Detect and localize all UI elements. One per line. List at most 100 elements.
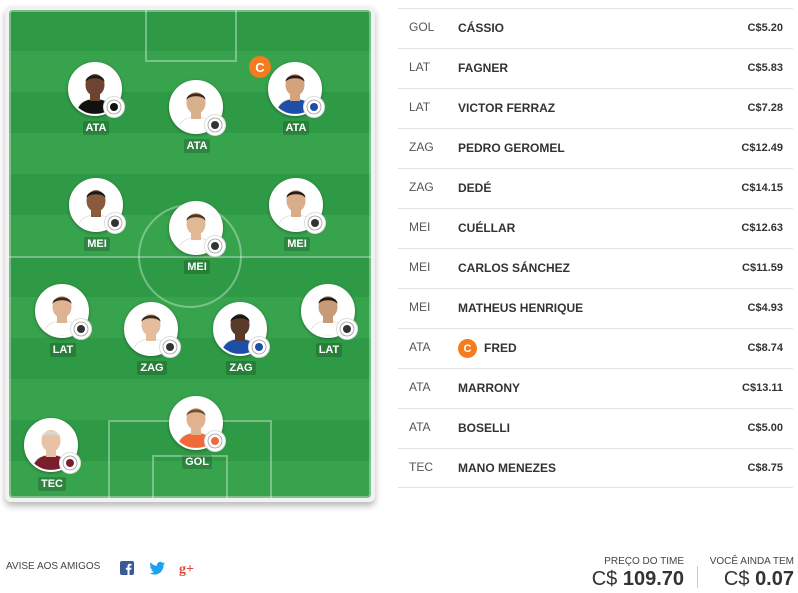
twitter-icon[interactable] bbox=[149, 560, 165, 576]
roster-player-name: MARRONY bbox=[458, 381, 520, 395]
roster-player-price: C$12.49 bbox=[741, 142, 783, 154]
roster-row[interactable]: LAT VICTOR FERRAZ C$7.28 bbox=[398, 88, 793, 128]
club-crest-icon bbox=[59, 452, 81, 474]
roster-player-price: C$8.74 bbox=[747, 342, 783, 354]
roster-row[interactable]: ZAG DEDÉ C$14.15 bbox=[398, 168, 793, 208]
roster-row[interactable]: TEC MANO MENEZES C$8.75 bbox=[398, 448, 793, 488]
team-price-label: PREÇO DO TIME bbox=[604, 556, 684, 567]
club-crest-icon bbox=[336, 318, 358, 340]
field-player-card[interactable]: ATA C bbox=[249, 56, 331, 142]
roster-position: ZAG bbox=[409, 180, 434, 194]
roster-position: GOL bbox=[409, 20, 435, 34]
roster-player-name: CARLOS SÁNCHEZ bbox=[458, 261, 571, 275]
player-position-label: ZAG bbox=[226, 361, 256, 375]
roster-row[interactable]: ATA BOSELLI C$5.00 bbox=[398, 408, 793, 448]
remaining-currency: C$ bbox=[723, 568, 750, 590]
player-position-label: LAT bbox=[315, 343, 343, 357]
roster-player-price: C$5.00 bbox=[747, 422, 783, 434]
roster-position: LAT bbox=[409, 100, 431, 114]
roster-row[interactable]: GOL CÁSSIO C$5.20 bbox=[398, 8, 793, 48]
player-position-label: ATA bbox=[82, 121, 110, 135]
roster-row[interactable]: ATA C FRED C$8.74 bbox=[398, 328, 793, 368]
share-icons: g+ bbox=[119, 560, 195, 577]
field-player-card[interactable]: LAT bbox=[294, 284, 364, 364]
share-label: AVISE AOS AMIGOS bbox=[6, 561, 101, 572]
roster-list: GOL CÁSSIO C$5.20 LAT FAGNER C$5.83 LAT … bbox=[398, 8, 793, 488]
roster-player-price: C$4.93 bbox=[747, 302, 783, 314]
roster-player-name: MANO MENEZES bbox=[458, 461, 557, 475]
roster-row[interactable]: ZAG PEDRO GEROMEL C$12.49 bbox=[398, 128, 793, 168]
club-crest-icon bbox=[204, 430, 226, 452]
field-player-card[interactable]: GOL bbox=[162, 396, 232, 476]
roster-position: MEI bbox=[409, 260, 431, 274]
roster-position: MEI bbox=[409, 220, 431, 234]
captain-badge: C bbox=[249, 56, 271, 78]
player-position-label: GOL bbox=[182, 455, 212, 469]
team-price: PREÇO DO TIME C$ 109.70 bbox=[592, 556, 684, 591]
roster-position: ATA bbox=[409, 340, 431, 354]
google-plus-icon[interactable]: g+ bbox=[179, 560, 195, 577]
field-player-card[interactable]: MEI bbox=[162, 201, 232, 281]
club-crest-icon bbox=[204, 114, 226, 136]
club-crest-icon bbox=[304, 212, 326, 234]
footer-divider bbox=[697, 566, 698, 588]
team-price-value: 109.70 bbox=[622, 568, 684, 590]
roster-position: ATA bbox=[409, 380, 431, 394]
roster-position: LAT bbox=[409, 60, 431, 74]
club-crest-icon bbox=[103, 96, 125, 118]
field-player-card[interactable]: ATA bbox=[61, 62, 131, 142]
roster-player-price: C$11.59 bbox=[742, 262, 783, 274]
roster-player-name: VICTOR FERRAZ bbox=[458, 101, 556, 115]
roster-player-name: FRED bbox=[484, 341, 517, 355]
roster-position: ZAG bbox=[409, 140, 434, 154]
player-position-label: MEI bbox=[84, 237, 110, 251]
roster-player-price: C$8.75 bbox=[747, 462, 783, 474]
roster-player-price: C$12.63 bbox=[741, 222, 783, 234]
field-player-card[interactable]: MEI bbox=[262, 178, 332, 258]
player-position-label: ZAG bbox=[137, 361, 167, 375]
roster-player-name: PEDRO GEROMEL bbox=[458, 141, 565, 155]
lineup-field-card: ATA ATA ATA C MEI MEI MEI LAT ZAG ZAG LA… bbox=[5, 6, 375, 502]
roster-player-name: CÁSSIO bbox=[458, 21, 505, 35]
roster-row[interactable]: MEI CARLOS SÁNCHEZ C$11.59 bbox=[398, 248, 793, 288]
club-crest-icon bbox=[303, 96, 325, 118]
field-player-card[interactable]: TEC bbox=[17, 418, 87, 498]
roster-position: TEC bbox=[409, 460, 433, 474]
club-crest-icon bbox=[248, 336, 270, 358]
roster-row[interactable]: MEI MATHEUS HENRIQUE C$4.93 bbox=[398, 288, 793, 328]
field-player-card[interactable]: ATA bbox=[162, 80, 232, 160]
club-crest-icon bbox=[204, 235, 226, 257]
roster-row[interactable]: MEI CUÉLLAR C$12.63 bbox=[398, 208, 793, 248]
field-player-card[interactable]: ZAG bbox=[206, 302, 276, 382]
top-goal-box bbox=[145, 10, 237, 62]
field-player-card[interactable]: ZAG bbox=[117, 302, 187, 382]
field-player-card[interactable]: MEI bbox=[62, 178, 132, 258]
club-crest-icon bbox=[70, 318, 92, 340]
roster-player-price: C$7.28 bbox=[747, 102, 783, 114]
roster-player-name: BOSELLI bbox=[458, 421, 511, 435]
team-price-currency: C$ bbox=[591, 568, 618, 590]
roster-position: MEI bbox=[409, 300, 431, 314]
roster-player-name: MATHEUS HENRIQUE bbox=[458, 301, 584, 315]
roster-player-name: DEDÉ bbox=[458, 181, 492, 195]
roster-player-name: FAGNER bbox=[458, 61, 509, 75]
player-position-label: ATA bbox=[282, 121, 310, 135]
roster-player-price: C$5.83 bbox=[747, 62, 783, 74]
roster-player-price: C$14.15 bbox=[741, 182, 783, 194]
svg-text:g+: g+ bbox=[179, 562, 194, 576]
roster-player-name: CUÉLLAR bbox=[458, 221, 516, 235]
player-position-label: MEI bbox=[184, 260, 210, 274]
player-position-label: TEC bbox=[38, 477, 66, 491]
player-position-label: ATA bbox=[183, 139, 211, 153]
roster-player-price: C$13.11 bbox=[742, 382, 783, 394]
player-position-label: LAT bbox=[49, 343, 77, 357]
captain-badge: C bbox=[458, 339, 477, 358]
player-position-label: MEI bbox=[284, 237, 310, 251]
club-crest-icon bbox=[104, 212, 126, 234]
roster-row[interactable]: LAT FAGNER C$5.83 bbox=[398, 48, 793, 88]
club-crest-icon bbox=[159, 336, 181, 358]
facebook-icon[interactable] bbox=[119, 560, 135, 576]
field-player-card[interactable]: LAT bbox=[28, 284, 98, 364]
remaining-budget: VOCÊ AINDA TEM C$ 0.07 bbox=[710, 556, 794, 591]
roster-row[interactable]: ATA MARRONY C$13.11 bbox=[398, 368, 793, 408]
